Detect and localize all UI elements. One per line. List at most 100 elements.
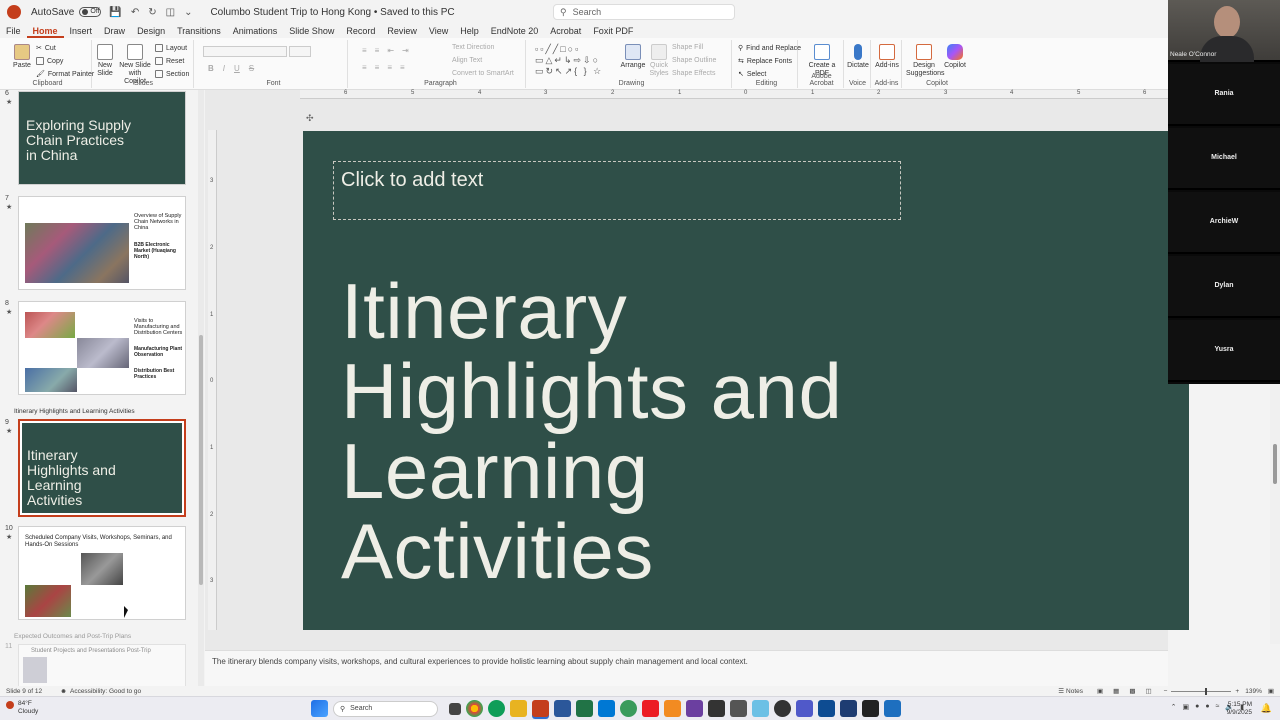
italic-button[interactable]: I: [223, 64, 225, 73]
tab-transitions[interactable]: Transitions: [171, 24, 227, 38]
notifications-icon[interactable]: 🔔: [1261, 703, 1272, 714]
calculator-icon[interactable]: [708, 700, 725, 717]
save-icon[interactable]: 💾: [109, 7, 121, 18]
slide-sorter-icon[interactable]: ▦: [1113, 687, 1119, 695]
app-icon[interactable]: [774, 700, 791, 717]
tab-animations[interactable]: Animations: [227, 24, 284, 38]
copy-button[interactable]: Copy: [36, 57, 63, 65]
bold-button[interactable]: B: [208, 64, 214, 73]
tab-slide-show[interactable]: Slide Show: [283, 24, 340, 38]
tab-acrobat[interactable]: Acrobat: [544, 24, 587, 38]
zoom-in-icon[interactable]: +: [1235, 688, 1239, 695]
tray-app-icon[interactable]: ●: [1205, 703, 1209, 711]
participant-tile-presenter[interactable]: Neale O'Connor: [1168, 0, 1280, 62]
thumbnail-scrollbar[interactable]: [198, 90, 204, 686]
redo-icon[interactable]: ↻: [148, 7, 156, 18]
quick-styles-button[interactable]: Quick Styles: [648, 44, 670, 78]
bullets-icon[interactable]: ≡: [362, 46, 367, 55]
task-view-icon[interactable]: [449, 702, 461, 715]
text-direction-button[interactable]: Text Direction: [452, 44, 494, 51]
justify-icon[interactable]: ≡: [400, 63, 405, 72]
tab-endnote[interactable]: EndNote 20: [485, 24, 545, 38]
zoom-slider-thumb[interactable]: [1205, 687, 1208, 695]
zoom-level[interactable]: 139%: [1245, 688, 1262, 695]
slide-thumbnail-10[interactable]: Scheduled Company Visits, Workshops, Sem…: [18, 526, 186, 620]
outlook-icon[interactable]: [598, 700, 615, 717]
new-slide-button[interactable]: New Slide: [94, 44, 116, 78]
slide-thumbnail-11[interactable]: Student Projects and Presentations Post-…: [18, 644, 186, 686]
app-icon[interactable]: [884, 700, 901, 717]
shape-effects-button[interactable]: Shape Effects: [672, 70, 715, 77]
participant-tile[interactable]: Michael: [1168, 128, 1280, 190]
notes-button[interactable]: Notes: [1066, 688, 1083, 695]
tab-review[interactable]: Review: [381, 24, 423, 38]
paste-button[interactable]: Paste: [10, 44, 34, 70]
text-placeholder[interactable]: Click to add text: [333, 161, 901, 220]
notes-pane[interactable]: The itinerary blends company visits, wor…: [205, 650, 1168, 686]
tab-record[interactable]: Record: [340, 24, 381, 38]
decrease-indent-icon[interactable]: ⇤: [387, 46, 394, 55]
slideshow-icon[interactable]: ◫: [1145, 687, 1151, 695]
slide-thumbnail-9[interactable]: Itinerary Highlights and Learning Activi…: [18, 419, 186, 517]
align-left-icon[interactable]: ≡: [362, 63, 367, 72]
taskbar-search[interactable]: ⚲ Search: [333, 700, 438, 717]
participant-tile[interactable]: Rania: [1168, 64, 1280, 126]
underline-button[interactable]: U: [234, 64, 240, 73]
shape-outline-button[interactable]: Shape Outline: [672, 57, 716, 64]
file-explorer-icon[interactable]: [510, 700, 527, 717]
dictate-button[interactable]: Dictate: [846, 44, 870, 70]
system-clock[interactable]: 5:15 PM 9/9/2025: [1227, 701, 1252, 717]
slide-title[interactable]: Itinerary Highlights and Learning Activi…: [341, 271, 1041, 591]
app-icon[interactable]: [686, 700, 703, 717]
move-handle-icon[interactable]: ✣: [306, 113, 314, 124]
chrome-icon[interactable]: [466, 700, 483, 717]
font-name-box[interactable]: [203, 46, 287, 57]
browser-icon[interactable]: [488, 700, 505, 717]
app-icon[interactable]: [620, 700, 637, 717]
copilot-button[interactable]: Copilot: [942, 44, 968, 70]
tab-help[interactable]: Help: [454, 24, 485, 38]
current-slide[interactable]: Click to add text Itinerary Highlights a…: [303, 131, 1189, 630]
accessibility-status[interactable]: Accessibility: Good to go: [70, 688, 141, 695]
customize-qa-icon[interactable]: ⌄: [184, 7, 192, 18]
increase-indent-icon[interactable]: ⇥: [402, 46, 409, 55]
speaker-notes[interactable]: The itinerary blends company visits, wor…: [212, 657, 748, 666]
cut-button[interactable]: ✂ Cut: [36, 44, 56, 53]
powerpoint-icon[interactable]: [532, 700, 549, 717]
tab-foxit[interactable]: Foxit PDF: [587, 24, 639, 38]
zoom-out-icon[interactable]: −: [1164, 688, 1168, 695]
slide-thumbnail-8[interactable]: Visits to Manufacturing and Distribution…: [18, 301, 186, 395]
tab-view[interactable]: View: [423, 24, 454, 38]
replace-fonts-button[interactable]: ⇆ Replace Fonts: [738, 57, 792, 66]
find-replace-button[interactable]: ⚲ Find and Replace: [738, 44, 801, 53]
app-icon[interactable]: [752, 700, 769, 717]
app-icon[interactable]: [730, 700, 747, 717]
undo-icon[interactable]: ↶: [131, 7, 139, 18]
acrobat-icon[interactable]: [642, 700, 659, 717]
design-suggestions-button[interactable]: Design Suggestions: [906, 44, 945, 78]
app-icon[interactable]: [818, 700, 835, 717]
tray-chevron-icon[interactable]: ⌃: [1171, 703, 1177, 711]
shape-fill-button[interactable]: Shape Fill: [672, 44, 703, 51]
reading-view-icon[interactable]: ▩: [1129, 687, 1135, 695]
section-header[interactable]: Expected Outcomes and Post-Trip Plans: [14, 633, 131, 640]
fit-slide-icon[interactable]: ▣: [1268, 687, 1274, 695]
tray-app-icon[interactable]: ●: [1195, 703, 1199, 711]
windows-start-icon[interactable]: [311, 700, 328, 717]
tab-home[interactable]: Home: [26, 24, 64, 38]
tab-draw[interactable]: Draw: [98, 24, 131, 38]
normal-view-icon[interactable]: ▣: [1097, 687, 1103, 695]
convert-smartart-button[interactable]: Convert to SmartArt: [452, 70, 514, 77]
app-icon[interactable]: [664, 700, 681, 717]
word-icon[interactable]: [554, 700, 571, 717]
strikethrough-button[interactable]: S: [249, 64, 254, 73]
participant-tile[interactable]: Dylan: [1168, 256, 1280, 318]
align-right-icon[interactable]: ≡: [387, 63, 392, 72]
numbering-icon[interactable]: ≡: [375, 46, 380, 55]
app-icon[interactable]: [862, 700, 879, 717]
reset-button[interactable]: Reset: [155, 57, 184, 65]
scrollbar-thumb[interactable]: [199, 335, 203, 585]
tab-insert[interactable]: Insert: [64, 24, 99, 38]
align-center-icon[interactable]: ≡: [375, 63, 380, 72]
app-icon[interactable]: [840, 700, 857, 717]
